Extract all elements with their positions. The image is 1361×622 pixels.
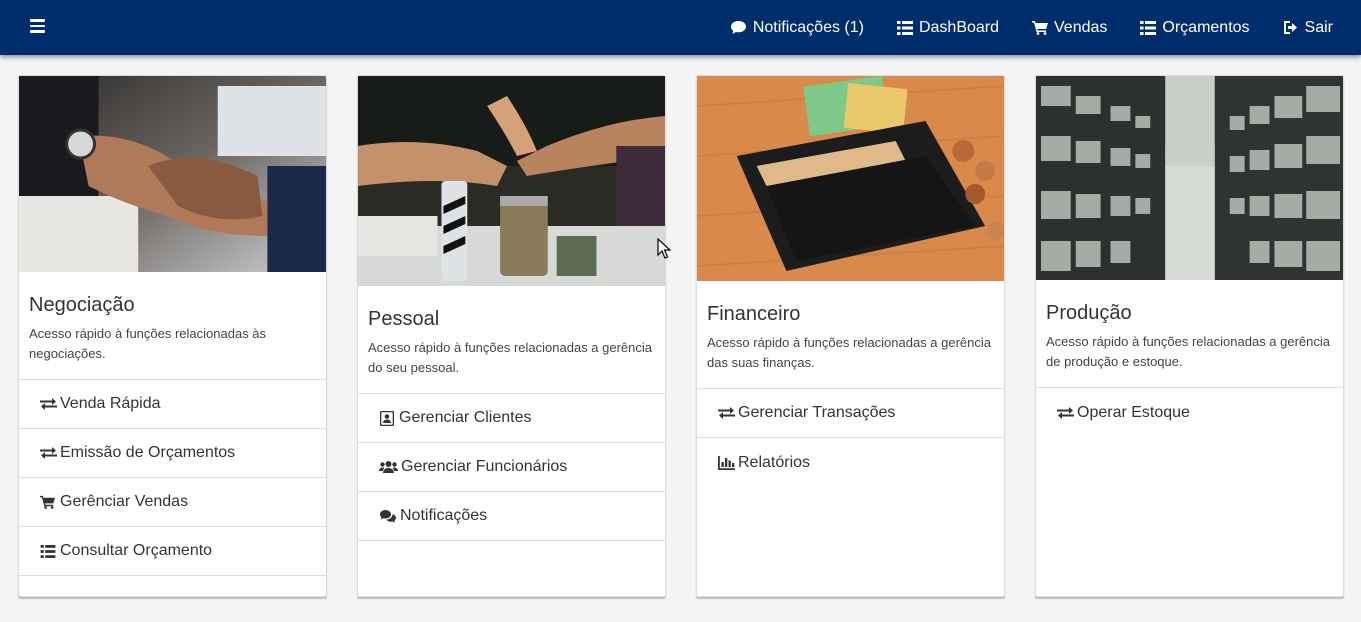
- exchange-icon: [1056, 405, 1074, 421]
- card-link-list: Gerenciar Clientes Gerenciar Funcionário…: [358, 393, 665, 541]
- nav-dashboard[interactable]: DashBoard: [880, 0, 1015, 55]
- wallet-photo: [697, 76, 1004, 281]
- team-fist-bump-photo: [358, 76, 665, 286]
- nav-dashboard-label: DashBoard: [918, 18, 1000, 36]
- comment-icon: [730, 19, 748, 37]
- list-icon: [39, 543, 57, 559]
- card-link-list: Venda Rápida Emissão de Orçamentos Gerên…: [19, 379, 326, 576]
- card-title: Pessoal: [368, 308, 440, 330]
- list-item-label: Venda Rápida: [60, 395, 161, 412]
- comments-icon: [378, 508, 397, 524]
- card-financeiro: Financeiro Acesso rápido à funções relac…: [696, 75, 1005, 597]
- card-link-list: Gerenciar Transações Relatórios: [697, 388, 1004, 487]
- bar-chart-icon: [717, 455, 735, 471]
- emissao-orcamentos-link[interactable]: Emissão de Orçamentos: [19, 429, 326, 478]
- card-link-list: Operar Estoque: [1036, 387, 1343, 437]
- operar-estoque-link[interactable]: Operar Estoque: [1036, 388, 1343, 437]
- list-item-label: Emissão de Orçamentos: [60, 444, 236, 461]
- nav-orcamentos-label: Orçamentos: [1162, 18, 1250, 36]
- nav-sair-label: Sair: [1304, 18, 1333, 36]
- top-nav: Notificações (1) DashBoard Vendas Orçame…: [714, 0, 1349, 55]
- notificacoes-link[interactable]: Notificações: [358, 492, 665, 541]
- card-description: Acesso rápido à funções relacionadas às …: [29, 326, 267, 361]
- card-negociacao: Negociação Acesso rápido à funções relac…: [18, 75, 327, 597]
- list-icon: [1139, 19, 1157, 37]
- hamburger-icon[interactable]: [30, 16, 50, 36]
- list-item-label: Gerenciar Clientes: [399, 409, 532, 426]
- warehouse-shelves-photo: [1036, 76, 1343, 280]
- list-item-label: Notificações: [400, 507, 488, 524]
- nav-vendas-label: Vendas: [1054, 18, 1108, 36]
- list-item-label: Gerênciar Vendas: [60, 493, 189, 510]
- venda-rapida-link[interactable]: Venda Rápida: [19, 380, 326, 429]
- sign-out-icon: [1282, 19, 1300, 37]
- consultar-orcamento-link[interactable]: Consultar Orçamento: [19, 527, 326, 576]
- handshake-photo: [19, 76, 326, 272]
- users-icon: [378, 459, 398, 475]
- top-navbar: Notificações (1) DashBoard Vendas Orçame…: [0, 0, 1361, 55]
- exchange-icon: [39, 445, 57, 461]
- list-item-label: Gerenciar Funcionários: [401, 458, 568, 475]
- cart-icon: [39, 494, 57, 510]
- gerenciar-funcionarios-link[interactable]: Gerenciar Funcionários: [358, 443, 665, 492]
- gerenciar-clientes-link[interactable]: Gerenciar Clientes: [358, 394, 665, 443]
- gerenciar-vendas-link[interactable]: Gerênciar Vendas: [19, 478, 326, 527]
- gerenciar-transacoes-link[interactable]: Gerenciar Transações: [697, 389, 1004, 438]
- card-description: Acesso rápido à funções relacionadas a g…: [368, 340, 653, 375]
- exchange-icon: [717, 405, 735, 421]
- address-book-icon: [378, 410, 396, 426]
- nav-sair[interactable]: Sair: [1266, 0, 1349, 55]
- exchange-icon: [39, 396, 57, 412]
- relatorios-link[interactable]: Relatórios: [697, 438, 1004, 487]
- list-item-label: Gerenciar Transações: [738, 404, 896, 421]
- card-title: Negociação: [29, 294, 135, 316]
- nav-notificacoes-label: Notificações (1): [752, 18, 864, 36]
- mouse-cursor-icon: [657, 238, 671, 259]
- card-title: Produção: [1046, 302, 1132, 324]
- nav-vendas[interactable]: Vendas: [1015, 0, 1123, 55]
- card-description: Acesso rápido à funções relacionadas a g…: [1046, 334, 1331, 369]
- list-item-label: Operar Estoque: [1077, 403, 1190, 421]
- list-icon: [896, 19, 914, 37]
- nav-orcamentos[interactable]: Orçamentos: [1123, 0, 1265, 55]
- card-title: Financeiro: [707, 303, 801, 325]
- list-item-label: Relatórios: [738, 453, 811, 471]
- card-producao: Produção Acesso rápido à funções relacio…: [1035, 75, 1344, 597]
- cart-icon: [1031, 19, 1049, 37]
- list-item-label: Consultar Orçamento: [60, 542, 213, 559]
- nav-notificacoes[interactable]: Notificações (1): [714, 0, 880, 55]
- card-pessoal: Pessoal Acesso rápido à funções relacion…: [357, 75, 666, 597]
- card-description: Acesso rápido à funções relacionadas a g…: [707, 335, 992, 370]
